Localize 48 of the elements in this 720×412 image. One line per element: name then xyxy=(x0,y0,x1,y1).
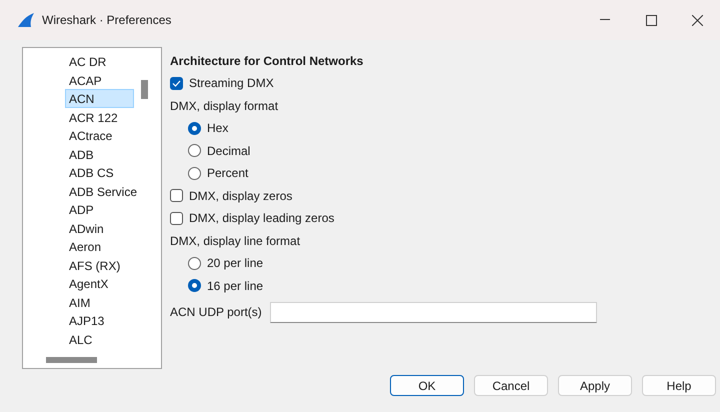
list-item[interactable]: ADB xyxy=(65,144,134,163)
input-field[interactable] xyxy=(270,302,597,322)
radio-label: Hex xyxy=(207,120,228,138)
radio-button[interactable] xyxy=(188,144,201,158)
scrollbar-thumb[interactable] xyxy=(141,80,148,99)
list-item[interactable]: AFS (RX) xyxy=(65,256,134,274)
list-item[interactable]: ADwin xyxy=(65,218,134,237)
shark-fin-logo xyxy=(16,13,34,27)
list-item[interactable]: ACAP xyxy=(65,70,134,89)
option-label: DMX, display format xyxy=(170,98,278,115)
list-item[interactable]: ACR 122 xyxy=(65,108,134,126)
checkbox-label: Streaming DMX xyxy=(189,75,274,92)
radio-label: Decimal xyxy=(207,142,250,160)
checkbox[interactable] xyxy=(170,189,183,202)
radio-button[interactable] xyxy=(188,122,201,135)
list-item[interactable]: AJP13 xyxy=(65,311,134,330)
option-label: DMX, display line format xyxy=(170,232,300,250)
dialog-button[interactable]: OK xyxy=(390,375,464,396)
checkbox-label: DMX, display zeros xyxy=(189,188,292,205)
checkbox-label: DMX, display leading zeros xyxy=(189,210,334,228)
list-item[interactable]: AC DR xyxy=(65,52,134,70)
list-item[interactable]: AIM xyxy=(65,292,134,311)
maximize-icon xyxy=(646,14,656,26)
list-item[interactable]: ADB Service xyxy=(65,182,134,200)
section-title: Architecture for Control Networks xyxy=(170,53,364,70)
radio-button[interactable] xyxy=(188,256,201,270)
radio-button[interactable] xyxy=(188,166,201,180)
radio-label: 16 per line xyxy=(207,278,264,295)
close-icon xyxy=(692,14,702,26)
list-item[interactable]: ACN xyxy=(65,89,134,108)
checkbox[interactable] xyxy=(170,76,183,90)
list-item[interactable]: ACtrace xyxy=(65,126,134,144)
list-item[interactable]: ADP xyxy=(65,200,134,218)
list-item[interactable]: ALC xyxy=(65,330,134,348)
minimize-icon xyxy=(600,19,610,21)
field-label: ACN UDP port(s) xyxy=(170,304,262,321)
list-item[interactable]: ADB CS xyxy=(65,163,134,182)
radio-label: 20 per line xyxy=(207,255,264,272)
list-item[interactable]: AgentX xyxy=(65,274,134,292)
dialog-button[interactable]: Apply xyxy=(558,375,632,396)
window-title: Wireshark · Preferences xyxy=(42,12,172,29)
scrollbar-thumb[interactable] xyxy=(46,357,97,363)
dialog-button[interactable]: Help xyxy=(642,375,716,396)
list-item[interactable]: Aeron xyxy=(65,237,134,256)
radio-button[interactable] xyxy=(188,279,201,292)
dialog-button[interactable]: Cancel xyxy=(474,375,548,396)
checkbox[interactable] xyxy=(170,212,183,225)
radio-label: Percent xyxy=(207,165,248,182)
